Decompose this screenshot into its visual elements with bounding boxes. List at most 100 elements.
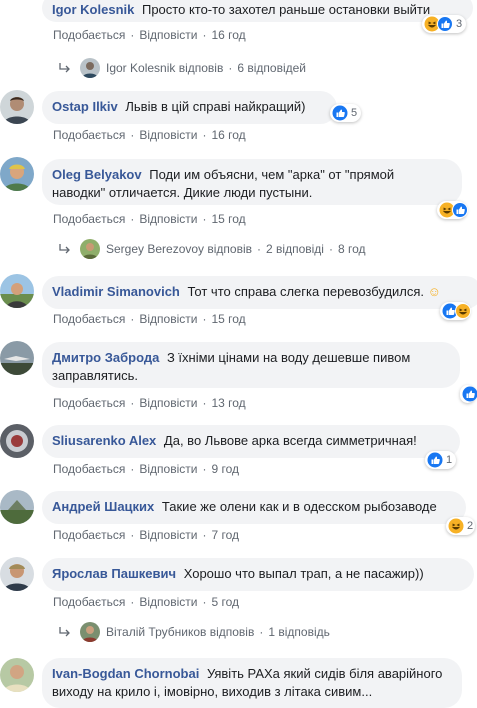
comment-text: Такие же олени как и в одесском рыбозаво… (162, 499, 437, 514)
reaction-summary[interactable]: 2 (446, 517, 475, 535)
reply-link[interactable]: Відповісти (139, 595, 197, 609)
avatar[interactable] (0, 658, 34, 692)
reaction-count: 1 (446, 454, 452, 466)
comment-author[interactable]: Sliusarenko Alex (52, 433, 156, 448)
comment-time[interactable]: 15 год (211, 212, 245, 226)
reply-arrow-icon (58, 243, 72, 255)
comment-time[interactable]: 9 год (211, 462, 239, 476)
separator: · (130, 212, 134, 226)
reply-link[interactable]: Відповісти (139, 528, 197, 542)
reply-count[interactable]: 1 відповідь (268, 625, 330, 639)
reply-thread-link[interactable]: Sergey Berezovoy відповів · 2 відповіді · 8 … (58, 239, 366, 259)
smile-emoji-icon: ☺ (428, 284, 441, 299)
reply-link[interactable]: Відповісти (139, 396, 197, 410)
comment-time[interactable]: 16 год (211, 128, 245, 142)
avatar[interactable] (0, 424, 34, 458)
avatar[interactable] (0, 341, 34, 375)
like-link[interactable]: Подобається (53, 528, 125, 542)
comment-time[interactable]: 7 год (211, 528, 239, 542)
reply-thread-link[interactable]: Igor Kolesnik відповів · 6 відповідей (58, 58, 306, 78)
like-link[interactable]: Подобається (53, 28, 125, 42)
avatar[interactable] (0, 490, 34, 524)
reply-thread-link[interactable]: Віталій Трубников відповів·1 відповідь (58, 622, 330, 642)
comment-author[interactable]: Igor Kolesnik (52, 2, 134, 17)
like-reaction-icon (437, 16, 453, 32)
like-link[interactable]: Подобається (53, 595, 125, 609)
separator: · (257, 242, 261, 256)
separator: · (329, 242, 333, 256)
separator: · (202, 312, 206, 326)
comment-author[interactable]: Андрей Шацких (52, 499, 154, 514)
reply-arrow-icon (58, 62, 72, 74)
reaction-summary[interactable]: 1 (425, 451, 456, 469)
comment-author[interactable]: Дмитро Заброда (52, 350, 159, 365)
comment-author[interactable]: Oleg Belyakov (52, 167, 142, 182)
reply-link[interactable]: Відповісти (139, 312, 197, 326)
comment-bubble: Андрей Шацких Такие же олени как и в оде… (42, 491, 466, 524)
like-link[interactable]: Подобається (53, 212, 125, 226)
avatar[interactable] (0, 274, 34, 308)
like-link[interactable]: Подобається (53, 128, 125, 142)
comment-author[interactable]: Ostap Ilkiv (52, 99, 118, 114)
like-link[interactable]: Подобається (53, 312, 125, 326)
reply-link[interactable]: Відповісти (139, 128, 197, 142)
comment-time[interactable]: 13 год (211, 396, 245, 410)
comment-bubble: Дмитро Заброда З їхніми цінами на воду д… (42, 342, 460, 388)
comment-actions: Подобається · Відповісти · 9 год (53, 462, 239, 476)
reaction-summary[interactable] (440, 302, 470, 320)
comment-time[interactable]: 5 год (211, 595, 239, 609)
like-reaction-icon (462, 386, 477, 402)
comment-text: Да, во Львове арка всегда симметричная! (164, 433, 417, 448)
avatar (80, 58, 100, 78)
separator: · (228, 61, 232, 75)
comment-bubble: Ярослав Пашкевич Хорошо что выпал трап, … (42, 558, 474, 591)
replier-name[interactable]: Sergey Berezovoy відповів (106, 242, 252, 256)
avatar (80, 239, 100, 259)
like-reaction-icon (332, 105, 348, 121)
reaction-count: 3 (456, 18, 462, 30)
avatar[interactable] (0, 157, 34, 191)
comment-author[interactable]: Vladimir Simanovich (52, 284, 180, 299)
reaction-count: 2 (467, 520, 473, 532)
separator: · (202, 396, 206, 410)
reply-count[interactable]: 2 відповіді (266, 242, 324, 256)
reply-time: 8 год (338, 242, 366, 256)
reply-link[interactable]: Відповісти (139, 212, 197, 226)
like-link[interactable]: Подобається (53, 462, 125, 476)
comment-time[interactable]: 16 год (211, 28, 245, 42)
like-reaction-icon (452, 202, 468, 218)
comment-actions: Подобається·Відповісти·16 год (53, 28, 246, 42)
separator: · (130, 28, 134, 42)
reaction-summary[interactable] (437, 201, 467, 219)
reply-link[interactable]: Відповісти (139, 28, 197, 42)
comment-time[interactable]: 15 год (211, 312, 245, 326)
reply-count[interactable]: 6 відповідей (237, 61, 306, 75)
avatar[interactable] (0, 90, 34, 124)
comment-bubble: Sliusarenko Alex Да, во Львове арка всег… (42, 425, 460, 458)
separator: · (130, 462, 134, 476)
like-link[interactable]: Подобається (53, 396, 125, 410)
haha-reaction-icon (455, 303, 471, 319)
reply-link[interactable]: Відповісти (139, 462, 197, 476)
comment-bubble: Ivan-Bogdan Chornobai Уявіть РАХа який с… (42, 658, 462, 708)
separator: · (202, 128, 206, 142)
reaction-summary[interactable]: 5 (330, 104, 361, 122)
comment-author[interactable]: Ivan-Bogdan Chornobai (52, 666, 199, 681)
reaction-count: 5 (351, 107, 357, 119)
avatar (80, 622, 100, 642)
comment-text: Просто кто-то захотел раньше остановки в… (142, 2, 430, 17)
comment-bubble: Ostap Ilkiv Львів в цій справі найкращий… (42, 91, 337, 124)
comment-text: Хорошо что выпал трап, а не пасажир)) (184, 566, 424, 581)
comment-bubble: Oleg Belyakov Поди им объясни, чем "арка… (42, 159, 462, 205)
separator: · (130, 312, 134, 326)
haha-reaction-icon (448, 518, 464, 534)
separator: · (202, 462, 206, 476)
comment-bubble: Vladimir Simanovich Тот что справа слегк… (42, 276, 477, 309)
reaction-summary[interactable] (460, 385, 475, 403)
avatar[interactable] (0, 557, 34, 591)
comment-actions: Подобається·Відповісти·5 год (53, 595, 239, 609)
reaction-summary[interactable]: 3 (422, 15, 466, 33)
replier-name[interactable]: Віталій Трубников відповів (106, 625, 254, 639)
comment-author[interactable]: Ярослав Пашкевич (52, 566, 176, 581)
replier-name[interactable]: Igor Kolesnik відповів (106, 61, 223, 75)
